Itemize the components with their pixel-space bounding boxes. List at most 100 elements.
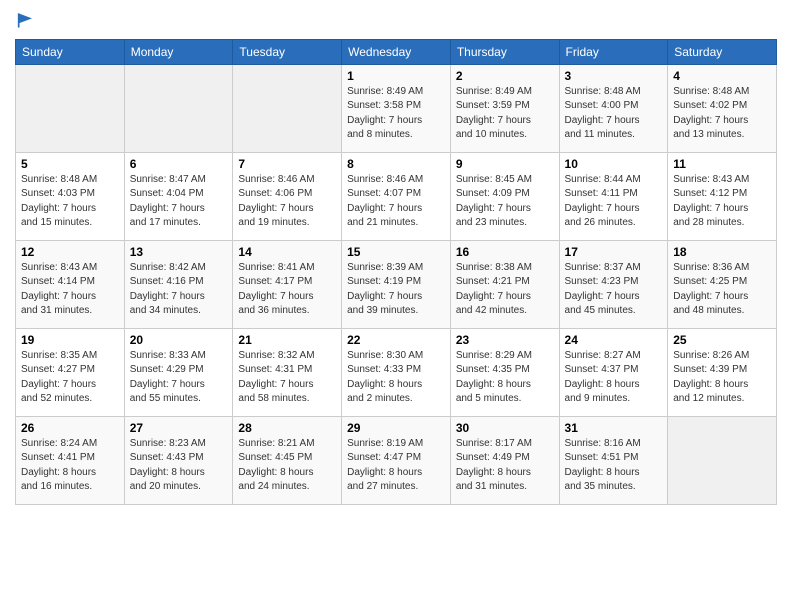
day-info: Sunrise: 8:46 AM Sunset: 4:06 PM Dayligh… (238, 173, 336, 231)
day-number: 12 (21, 245, 119, 259)
day-info: Sunrise: 8:48 AM Sunset: 4:00 PM Dayligh… (565, 85, 663, 143)
day-info: Sunrise: 8:19 AM Sunset: 4:47 PM Dayligh… (347, 437, 445, 495)
calendar-cell: 16 Sunrise: 8:38 AM Sunset: 4:21 PM Dayli… (450, 240, 559, 328)
weekday-header-saturday: Saturday (668, 39, 777, 64)
day-number: 20 (130, 333, 228, 347)
day-info: Sunrise: 8:48 AM Sunset: 4:03 PM Dayligh… (21, 173, 119, 231)
calendar-cell: 2Sunrise: 8:49 AM Sunset: 3:59 PM Daylig… (450, 64, 559, 152)
day-number: 28 (238, 421, 336, 435)
day-info: Sunrise: 8:43 AM Sunset: 4:12 PM Dayligh… (673, 173, 771, 231)
calendar-cell: 20 Sunrise: 8:33 AM Sunset: 4:29 PM Dayli… (124, 328, 233, 416)
day-info: Sunrise: 8:21 AM Sunset: 4:45 PM Dayligh… (238, 437, 336, 495)
logo (15, 10, 37, 31)
weekday-header-friday: Friday (559, 39, 668, 64)
calendar-cell (16, 64, 125, 152)
calendar-week-row: 1 Sunrise: 8:49 AM Sunset: 3:58 PM Daylig… (16, 64, 777, 152)
calendar-cell: 27 Sunrise: 8:23 AM Sunset: 4:43 PM Dayli… (124, 416, 233, 504)
day-number: 27 (130, 421, 228, 435)
day-number: 1 (347, 69, 445, 83)
calendar-cell: 10Sunrise: 8:44 AM Sunset: 4:11 PM Dayli… (559, 152, 668, 240)
day-info: Sunrise: 8:38 AM Sunset: 4:21 PM Dayligh… (456, 261, 554, 319)
weekday-header-tuesday: Tuesday (233, 39, 342, 64)
calendar-cell: 1 Sunrise: 8:49 AM Sunset: 3:58 PM Daylig… (342, 64, 451, 152)
day-number: 16 (456, 245, 554, 259)
day-info: Sunrise: 8:39 AM Sunset: 4:19 PM Dayligh… (347, 261, 445, 319)
calendar-cell: 7 Sunrise: 8:46 AM Sunset: 4:06 PM Daylig… (233, 152, 342, 240)
day-info: Sunrise: 8:30 AM Sunset: 4:33 PM Dayligh… (347, 349, 445, 407)
calendar-cell: 9 Sunrise: 8:45 AM Sunset: 4:09 PM Daylig… (450, 152, 559, 240)
calendar-cell: 5 Sunrise: 8:48 AM Sunset: 4:03 PM Daylig… (16, 152, 125, 240)
day-info: Sunrise: 8:37 AM Sunset: 4:23 PM Dayligh… (565, 261, 663, 319)
calendar-cell (124, 64, 233, 152)
calendar-cell: 22 Sunrise: 8:30 AM Sunset: 4:33 PM Dayli… (342, 328, 451, 416)
day-info: Sunrise: 8:36 AM Sunset: 4:25 PM Dayligh… (673, 261, 771, 319)
day-number: 26 (21, 421, 119, 435)
day-number: 6 (130, 157, 228, 171)
calendar-week-row: 26 Sunrise: 8:24 AM Sunset: 4:41 PM Dayli… (16, 416, 777, 504)
day-number: 8 (347, 157, 445, 171)
calendar-week-row: 12 Sunrise: 8:43 AM Sunset: 4:14 PM Dayli… (16, 240, 777, 328)
calendar-cell: 8 Sunrise: 8:46 AM Sunset: 4:07 PM Daylig… (342, 152, 451, 240)
calendar-cell: 31 Sunrise: 8:16 AM Sunset: 4:51 PM Dayli… (559, 416, 668, 504)
calendar-cell: 25Sunrise: 8:26 AM Sunset: 4:39 PM Dayli… (668, 328, 777, 416)
calendar-cell: 30 Sunrise: 8:17 AM Sunset: 4:49 PM Dayli… (450, 416, 559, 504)
day-info: Sunrise: 8:49 AM Sunset: 3:58 PM Dayligh… (347, 85, 445, 143)
day-info: Sunrise: 8:33 AM Sunset: 4:29 PM Dayligh… (130, 349, 228, 407)
day-number: 24 (565, 333, 663, 347)
day-number: 13 (130, 245, 228, 259)
calendar-cell: 21 Sunrise: 8:32 AM Sunset: 4:31 PM Dayli… (233, 328, 342, 416)
day-number: 2 (456, 69, 554, 83)
calendar-week-row: 19Sunrise: 8:35 AM Sunset: 4:27 PM Dayli… (16, 328, 777, 416)
day-info: Sunrise: 8:48 AM Sunset: 4:02 PM Dayligh… (673, 85, 771, 143)
calendar-cell: 28 Sunrise: 8:21 AM Sunset: 4:45 PM Dayli… (233, 416, 342, 504)
day-number: 15 (347, 245, 445, 259)
weekday-header-thursday: Thursday (450, 39, 559, 64)
day-number: 21 (238, 333, 336, 347)
day-info: Sunrise: 8:46 AM Sunset: 4:07 PM Dayligh… (347, 173, 445, 231)
calendar-cell: 17Sunrise: 8:37 AM Sunset: 4:23 PM Dayli… (559, 240, 668, 328)
day-info: Sunrise: 8:32 AM Sunset: 4:31 PM Dayligh… (238, 349, 336, 407)
calendar-table: SundayMondayTuesdayWednesdayThursdayFrid… (15, 39, 777, 505)
calendar-cell: 3 Sunrise: 8:48 AM Sunset: 4:00 PM Daylig… (559, 64, 668, 152)
day-number: 11 (673, 157, 771, 171)
weekday-header-row: SundayMondayTuesdayWednesdayThursdayFrid… (16, 39, 777, 64)
calendar-cell: 29 Sunrise: 8:19 AM Sunset: 4:47 PM Dayli… (342, 416, 451, 504)
day-info: Sunrise: 8:35 AM Sunset: 4:27 PM Dayligh… (21, 349, 119, 407)
calendar-cell: 15 Sunrise: 8:39 AM Sunset: 4:19 PM Dayli… (342, 240, 451, 328)
day-info: Sunrise: 8:44 AM Sunset: 4:11 PM Dayligh… (565, 173, 663, 231)
calendar-cell: 13 Sunrise: 8:42 AM Sunset: 4:16 PM Dayli… (124, 240, 233, 328)
day-number: 31 (565, 421, 663, 435)
calendar-cell (668, 416, 777, 504)
day-number: 22 (347, 333, 445, 347)
page: SundayMondayTuesdayWednesdayThursdayFrid… (0, 0, 792, 612)
day-info: Sunrise: 8:45 AM Sunset: 4:09 PM Dayligh… (456, 173, 554, 231)
calendar-week-row: 5 Sunrise: 8:48 AM Sunset: 4:03 PM Daylig… (16, 152, 777, 240)
weekday-header-sunday: Sunday (16, 39, 125, 64)
calendar-cell: 11 Sunrise: 8:43 AM Sunset: 4:12 PM Dayli… (668, 152, 777, 240)
day-info: Sunrise: 8:16 AM Sunset: 4:51 PM Dayligh… (565, 437, 663, 495)
day-number: 29 (347, 421, 445, 435)
day-number: 5 (21, 157, 119, 171)
day-info: Sunrise: 8:17 AM Sunset: 4:49 PM Dayligh… (456, 437, 554, 495)
day-info: Sunrise: 8:43 AM Sunset: 4:14 PM Dayligh… (21, 261, 119, 319)
calendar-cell: 18 Sunrise: 8:36 AM Sunset: 4:25 PM Dayli… (668, 240, 777, 328)
header (15, 10, 777, 31)
day-number: 7 (238, 157, 336, 171)
day-number: 3 (565, 69, 663, 83)
day-number: 18 (673, 245, 771, 259)
day-info: Sunrise: 8:41 AM Sunset: 4:17 PM Dayligh… (238, 261, 336, 319)
day-number: 14 (238, 245, 336, 259)
logo-general (15, 10, 37, 35)
calendar-cell (233, 64, 342, 152)
day-info: Sunrise: 8:24 AM Sunset: 4:41 PM Dayligh… (21, 437, 119, 495)
day-number: 4 (673, 69, 771, 83)
calendar-cell: 12 Sunrise: 8:43 AM Sunset: 4:14 PM Dayli… (16, 240, 125, 328)
day-number: 30 (456, 421, 554, 435)
day-number: 9 (456, 157, 554, 171)
day-info: Sunrise: 8:42 AM Sunset: 4:16 PM Dayligh… (130, 261, 228, 319)
day-info: Sunrise: 8:23 AM Sunset: 4:43 PM Dayligh… (130, 437, 228, 495)
weekday-header-monday: Monday (124, 39, 233, 64)
day-info: Sunrise: 8:29 AM Sunset: 4:35 PM Dayligh… (456, 349, 554, 407)
calendar-cell: 6Sunrise: 8:47 AM Sunset: 4:04 PM Daylig… (124, 152, 233, 240)
day-number: 23 (456, 333, 554, 347)
